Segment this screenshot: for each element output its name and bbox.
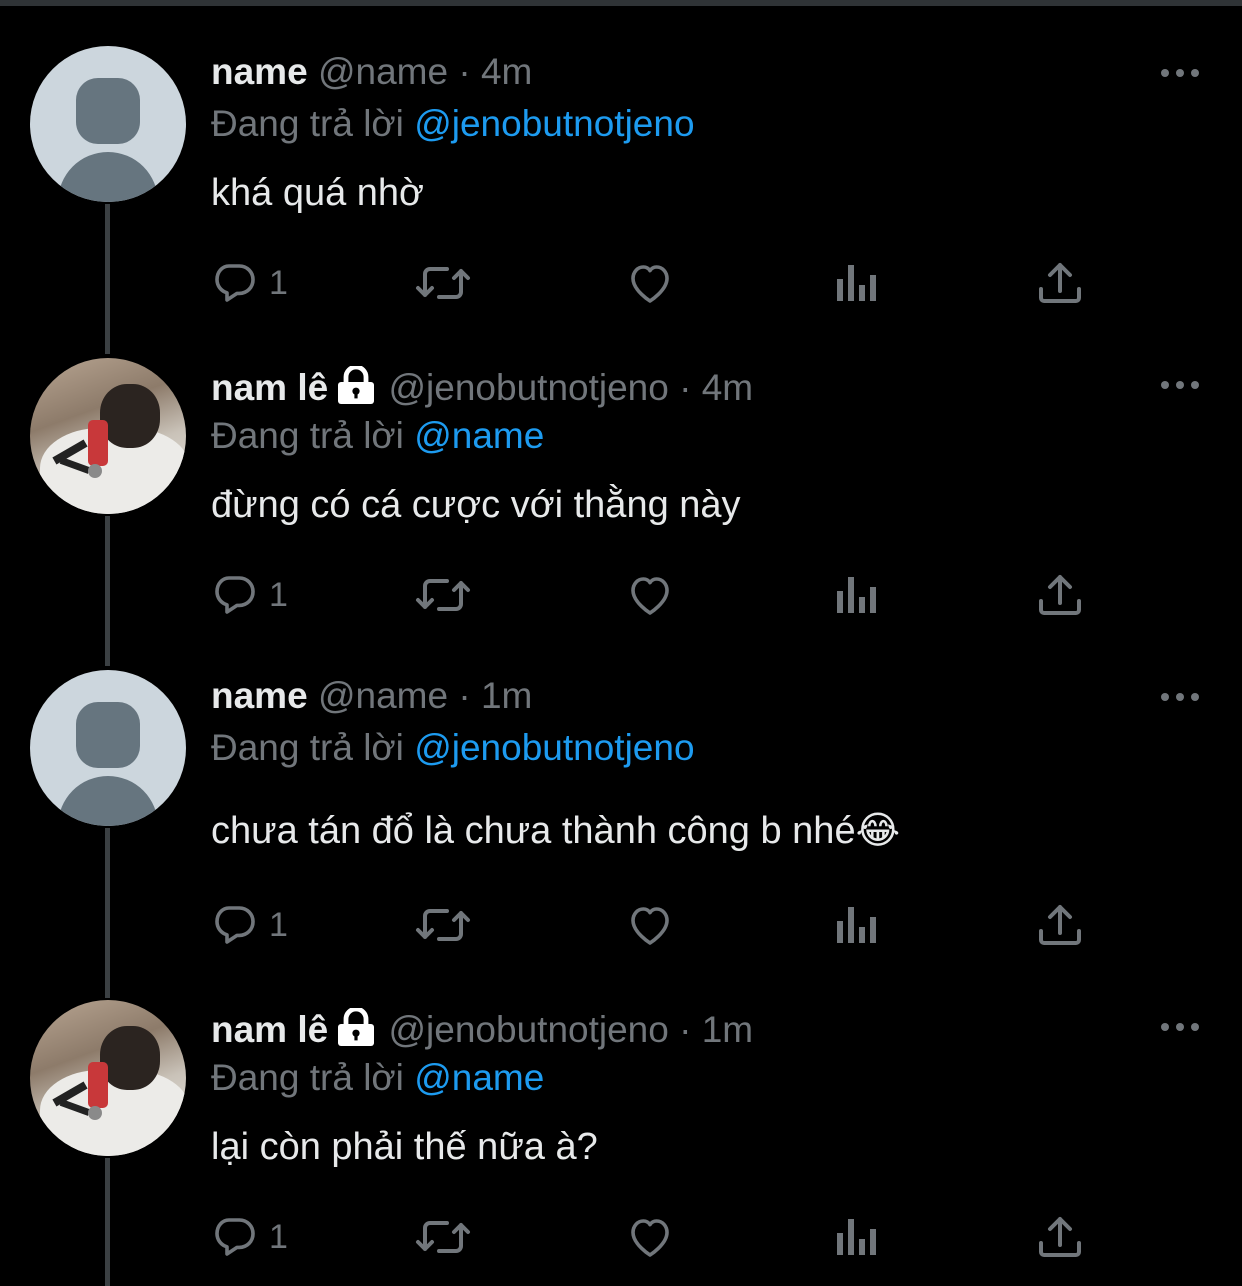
timestamp[interactable]: 4m (702, 367, 753, 408)
like-icon (631, 265, 669, 303)
retweet-icon (416, 1221, 470, 1253)
timestamp[interactable]: 4m (481, 51, 532, 92)
tweet-text: khá quá nhờ (211, 172, 424, 214)
more-icon[interactable] (1160, 378, 1200, 392)
tweet-actions: 1 (211, 570, 1091, 620)
lock-icon (338, 1008, 375, 1046)
reply-button[interactable]: 1 (211, 258, 288, 308)
tweet-text: chưa tán đổ là chưa thành công b nhé😂 (211, 810, 900, 852)
reply-button[interactable]: 1 (211, 1212, 288, 1262)
tweet-text: lại còn phải thế nữa à? (211, 1126, 598, 1168)
separator-dot: · (679, 1009, 692, 1050)
share-button[interactable] (1037, 1212, 1083, 1262)
avatar[interactable] (30, 670, 186, 826)
like-icon (631, 1219, 669, 1257)
replying-to: Đang trả lời @jenobutnotjeno (211, 102, 695, 146)
analytics-icon (837, 1219, 876, 1255)
avatar[interactable] (30, 46, 186, 202)
like-button[interactable] (625, 1212, 675, 1262)
tweet-text: đừng có cá cược với thằng này (211, 484, 741, 526)
reply-count: 1 (269, 906, 288, 944)
thread-line (105, 828, 110, 998)
replying-label: Đang trả lời (211, 103, 404, 144)
analytics-button[interactable] (835, 258, 877, 308)
like-icon (631, 907, 669, 945)
display-name[interactable]: nam lê (211, 367, 328, 408)
tweet-actions: 1 (211, 900, 1091, 950)
like-icon (631, 577, 669, 615)
replying-label: Đang trả lời (211, 415, 404, 456)
tweet-header: name @name · 4m (211, 50, 532, 94)
more-icon[interactable] (1160, 690, 1200, 704)
reply-icon (215, 264, 255, 302)
thread-line (105, 204, 110, 354)
user-handle[interactable]: @name (318, 675, 448, 716)
share-button[interactable] (1037, 570, 1083, 620)
analytics-icon (837, 907, 876, 943)
tweet-header: name @name · 1m (211, 674, 532, 718)
user-handle[interactable]: @name (318, 51, 448, 92)
replying-label: Đang trả lời (211, 727, 404, 768)
share-icon (1039, 575, 1081, 615)
analytics-button[interactable] (835, 570, 877, 620)
reply-count: 1 (269, 1218, 288, 1256)
reply-count: 1 (269, 264, 288, 302)
retweet-button[interactable] (413, 1212, 473, 1262)
replying-to: Đang trả lời @name (211, 414, 544, 458)
tweet-actions: 1 (211, 1212, 1091, 1262)
reply-button[interactable]: 1 (211, 570, 288, 620)
avatar[interactable] (30, 358, 186, 514)
share-button[interactable] (1037, 900, 1083, 950)
retweet-icon (416, 579, 470, 611)
more-icon[interactable] (1160, 1020, 1200, 1034)
analytics-button[interactable] (835, 900, 877, 950)
mention-link[interactable]: @name (414, 415, 544, 456)
like-button[interactable] (625, 900, 675, 950)
like-button[interactable] (625, 258, 675, 308)
retweet-button[interactable] (413, 258, 473, 308)
share-icon (1039, 1217, 1081, 1257)
separator-dot: · (458, 51, 471, 92)
display-name[interactable]: nam lê (211, 1009, 328, 1050)
more-icon[interactable] (1160, 66, 1200, 80)
tweet-header: nam lê @jenobutnotjeno · 4m (211, 366, 753, 410)
share-button[interactable] (1037, 258, 1083, 308)
tweet-actions: 1 (211, 258, 1091, 308)
user-handle[interactable]: @jenobutnotjeno (389, 1009, 669, 1050)
share-icon (1039, 263, 1081, 303)
tweet-header: nam lê @jenobutnotjeno · 1m (211, 1008, 753, 1052)
retweet-button[interactable] (413, 570, 473, 620)
reply-button[interactable]: 1 (211, 900, 288, 950)
replying-to: Đang trả lời @jenobutnotjeno (211, 726, 695, 770)
lock-icon (338, 366, 375, 404)
user-handle[interactable]: @jenobutnotjeno (389, 367, 669, 408)
avatar[interactable] (30, 1000, 186, 1156)
retweet-button[interactable] (413, 900, 473, 950)
display-name[interactable]: name (211, 51, 308, 92)
analytics-button[interactable] (835, 1212, 877, 1262)
mention-link[interactable]: @jenobutnotjeno (414, 727, 694, 768)
replying-to: Đang trả lời @name (211, 1056, 544, 1100)
thread-line (105, 1158, 110, 1286)
reply-icon (215, 906, 255, 944)
timestamp[interactable]: 1m (702, 1009, 753, 1050)
separator-dot: · (679, 367, 692, 408)
mention-link[interactable]: @jenobutnotjeno (414, 103, 694, 144)
share-icon (1039, 905, 1081, 945)
retweet-icon (416, 267, 470, 299)
analytics-icon (837, 577, 876, 613)
replying-label: Đang trả lời (211, 1057, 404, 1098)
thread-line (105, 516, 110, 666)
reply-icon (215, 1218, 255, 1256)
top-divider (0, 0, 1242, 6)
display-name[interactable]: name (211, 675, 308, 716)
separator-dot: · (458, 675, 471, 716)
reply-icon (215, 576, 255, 614)
analytics-icon (837, 265, 876, 301)
reply-count: 1 (269, 576, 288, 614)
retweet-icon (416, 909, 470, 941)
mention-link[interactable]: @name (414, 1057, 544, 1098)
like-button[interactable] (625, 570, 675, 620)
timestamp[interactable]: 1m (481, 675, 532, 716)
